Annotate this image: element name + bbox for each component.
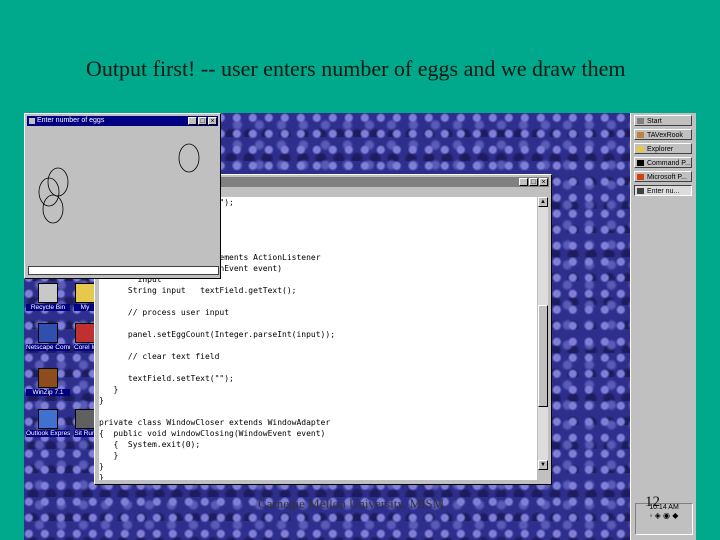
desktop-icon-outlook-express[interactable]: Outlook Express [26,409,70,437]
folder-icon [75,283,95,303]
taskbar: Start TAVexRook Explorer Command P... Mi… [630,113,696,540]
system-tray: 10:14 AM ◦ ◈ ◉ ◆ [635,503,693,535]
egg-window-controls: _ □ × [188,117,217,126]
scroll-up-arrow[interactable]: ▲ [538,197,548,207]
desktop-icon-label: Sit Run [74,430,96,437]
scroll-down-arrow[interactable]: ▼ [538,460,548,470]
egg-drawing-panel [28,127,219,265]
recycle-bin-icon [38,283,58,303]
egg-shape [47,167,69,197]
egg-shape [38,177,60,207]
editor-scrollbar[interactable]: ▲ ▼ [537,197,548,470]
minimize-button[interactable]: _ [519,178,528,186]
desktop-icon-winzip[interactable]: WinZip 7.1 [26,368,70,396]
maximize-button[interactable]: □ [529,178,538,186]
desktop-icon-label: WinZip 7.1 [26,389,70,396]
desktop-icon-label: Netscape Communicator [26,344,70,351]
powerpoint-icon [637,174,644,180]
code-line: // clear text field [99,352,220,361]
command-prompt-icon [637,160,644,166]
egg-shape [178,143,200,173]
scroll-thumb[interactable] [538,305,548,407]
code-line: } [99,385,119,394]
java-app-icon [29,118,35,124]
code-line: } [99,451,119,460]
desktop-icon-label: Recycle Bin [26,304,70,311]
windows-logo-icon [637,118,644,124]
desktop-icon-netscape[interactable]: Netscape Communicator [26,323,70,351]
start-button[interactable]: Start [634,115,692,126]
minimize-button[interactable]: _ [188,117,197,125]
egg-drawing [38,143,200,224]
code-line: private class WindowCloser extends Windo… [99,418,331,427]
code-line: } [99,473,104,480]
desktop-screenshot: Recycle Bin My Netscape Communicator Cor… [24,113,696,540]
tray-icons: ◦ ◈ ◉ ◆ [649,511,679,520]
taskbar-button-texrook[interactable]: TAVexRook [634,129,692,140]
taskbar-button-command-prompt[interactable]: Command P... [634,157,692,168]
code-line: // process user input [99,308,230,317]
desktop-icon-label: My [74,304,96,311]
code-line: { System.exit(0); [99,440,201,449]
outlook-icon [38,409,58,429]
egg-window: Enter number of eggs _ □ × [24,113,221,279]
taskbar-button-explorer[interactable]: Explorer [634,143,692,154]
code-line: textField.setText(""); [99,374,234,383]
code-line: } [99,396,104,405]
egg-window-title: Enter number of eggs [37,117,105,124]
code-line: { public void windowClosing(WindowEvent … [99,429,326,438]
close-button[interactable]: × [539,178,548,186]
winzip-icon [38,368,58,388]
close-button[interactable]: × [208,117,217,125]
desktop-icon-label: Outlook Express [26,430,70,437]
taskbar-button-enter-number[interactable]: Enter nu... [634,185,692,196]
maximize-button[interactable]: □ [198,117,207,125]
slide-number: 12 [645,494,660,510]
egg-shape [42,194,64,224]
explorer-icon [637,146,644,152]
desktop-icon-label: Corel Inter [74,344,96,351]
editor-window-controls: _ □ × [519,178,548,187]
taskbar-button-powerpoint[interactable]: Microsoft P... [634,171,692,182]
program-icon [75,409,95,429]
java-app-icon [637,188,644,194]
code-line: String input textField.getText(); [99,286,297,295]
application-icon [637,132,644,138]
netscape-icon [38,323,58,343]
desktop-icon-recycle-bin[interactable]: Recycle Bin [26,283,70,311]
slide-footer: Carnegie Mellon University, MISM [258,496,445,511]
egg-count-input[interactable] [28,266,219,275]
corel-icon [75,323,95,343]
code-line: } [99,462,104,471]
desktop-icon-my[interactable]: My [74,283,96,311]
slide-title: Output first! -- user enters number of e… [86,56,626,81]
code-line: panel.setEggCount(Integer.parseInt(input… [99,330,336,339]
desktop-icon-corel[interactable]: Corel Inter [74,323,96,351]
desktop-icon-sit-run[interactable]: Sit Run [74,409,96,437]
